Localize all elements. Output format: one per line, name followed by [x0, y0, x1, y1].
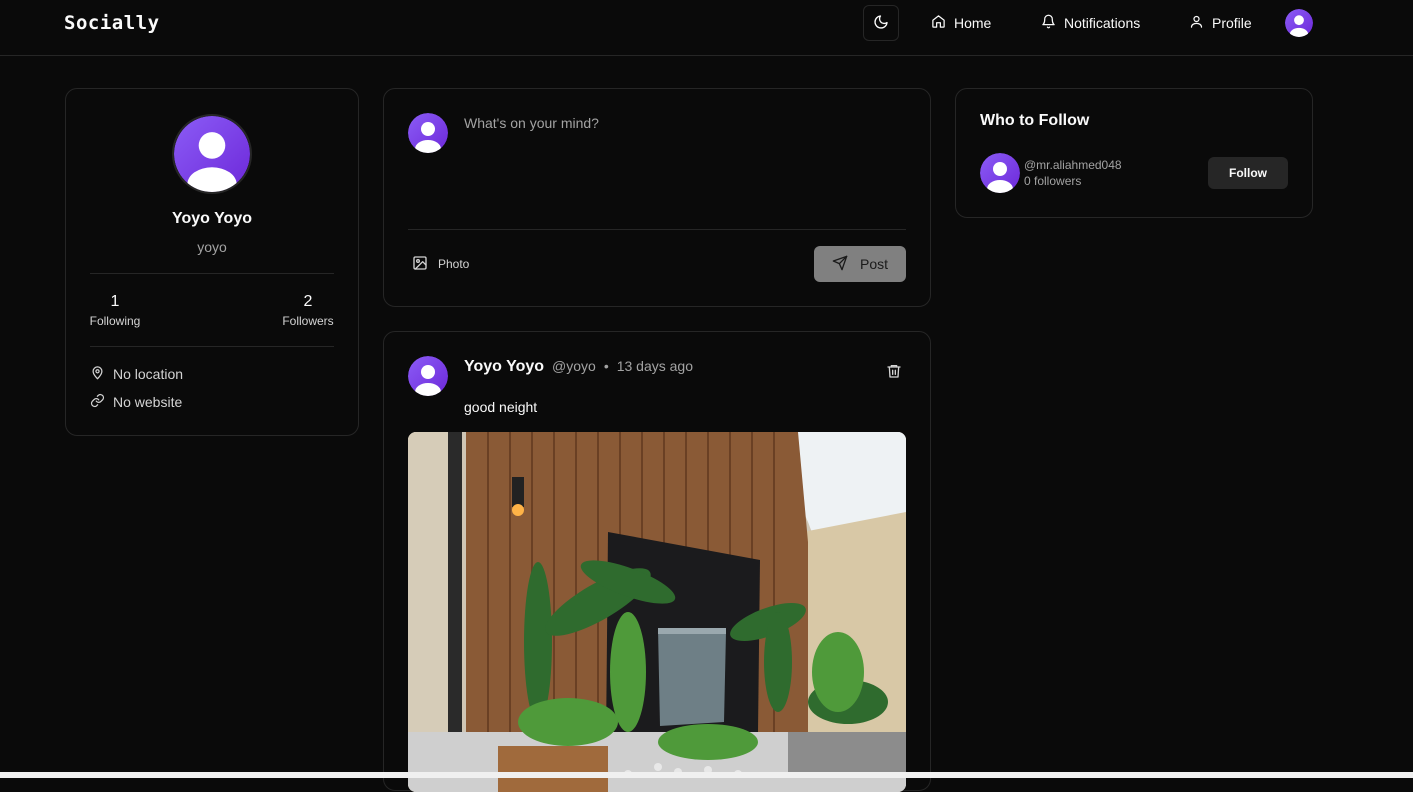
home-icon [931, 14, 946, 32]
user-icon [1189, 14, 1204, 32]
suggested-user-handle[interactable]: @mr.aliahmed048 [1024, 158, 1122, 172]
nav-home-label: Home [954, 15, 992, 31]
followers-count: 2 [303, 293, 313, 310]
post-timestamp: 13 days ago [616, 358, 694, 374]
post-author-handle: @yoyo [552, 358, 596, 374]
post-content: good neight [464, 399, 538, 415]
theme-toggle-button[interactable] [863, 5, 899, 41]
send-icon [832, 255, 848, 274]
nav-profile-link[interactable]: Profile [1189, 10, 1252, 36]
delete-post-button[interactable] [886, 363, 902, 384]
post-button-label: Post [859, 256, 888, 272]
nav-profile-label: Profile [1212, 15, 1252, 31]
location-row: No location [90, 365, 183, 383]
image-icon [412, 255, 428, 274]
divider [90, 346, 334, 347]
profile-username: yoyo [197, 239, 227, 255]
profile-avatar[interactable] [172, 114, 252, 194]
trash-icon [886, 365, 902, 383]
user-avatar[interactable] [1285, 9, 1313, 37]
nav-notifications-link[interactable]: Notifications [1041, 10, 1140, 36]
who-to-follow-card: Who to Follow @mr.aliahmed048 0 follower… [955, 88, 1313, 218]
app-logo[interactable]: Socially [64, 12, 160, 34]
followers-label: Followers [282, 314, 334, 328]
composer-avatar [408, 113, 448, 153]
nav-notifications-label: Notifications [1064, 15, 1141, 31]
following-label: Following [89, 314, 141, 328]
bell-icon [1041, 14, 1056, 32]
divider [90, 273, 334, 274]
navbar: Socially Home Notifications Profile [0, 0, 1413, 56]
divider [408, 229, 906, 230]
post-header: Yoyo Yoyo @yoyo • 13 days ago [464, 358, 693, 376]
profile-card: Yoyo Yoyo yoyo 1 Following 2 Followers N… [65, 88, 359, 436]
post-content-input[interactable]: What's on your mind? [464, 115, 904, 215]
post-composer: What's on your mind? Photo Post [383, 88, 931, 307]
website-text: No website [113, 394, 183, 410]
photo-label: Photo [438, 257, 470, 271]
followers-stat: 2 Followers [273, 293, 343, 328]
website-row: No website [90, 393, 182, 411]
post-image [408, 432, 906, 792]
follow-button[interactable]: Follow [1208, 157, 1288, 189]
post-button[interactable]: Post [814, 246, 906, 282]
following-stat: 1 Following [80, 293, 150, 328]
post-author-name[interactable]: Yoyo Yoyo [464, 358, 544, 376]
post-separator: • [603, 358, 609, 374]
profile-name[interactable]: Yoyo Yoyo [66, 210, 358, 228]
link-icon [90, 393, 105, 411]
suggested-user-followers: 0 followers [1024, 174, 1082, 188]
suggested-user-avatar[interactable] [980, 153, 1020, 193]
post-author-avatar[interactable] [408, 356, 448, 396]
following-count: 1 [110, 293, 120, 310]
horizontal-scrollbar[interactable] [0, 772, 1413, 778]
who-to-follow-title: Who to Follow [980, 112, 1090, 129]
location-text: No location [113, 366, 184, 382]
post-card: Yoyo Yoyo @yoyo • 13 days ago good neigh… [383, 331, 931, 792]
map-pin-icon [90, 365, 105, 383]
add-photo-button[interactable]: Photo [412, 249, 469, 279]
nav-home-link[interactable]: Home [931, 10, 991, 36]
moon-icon [873, 14, 889, 33]
